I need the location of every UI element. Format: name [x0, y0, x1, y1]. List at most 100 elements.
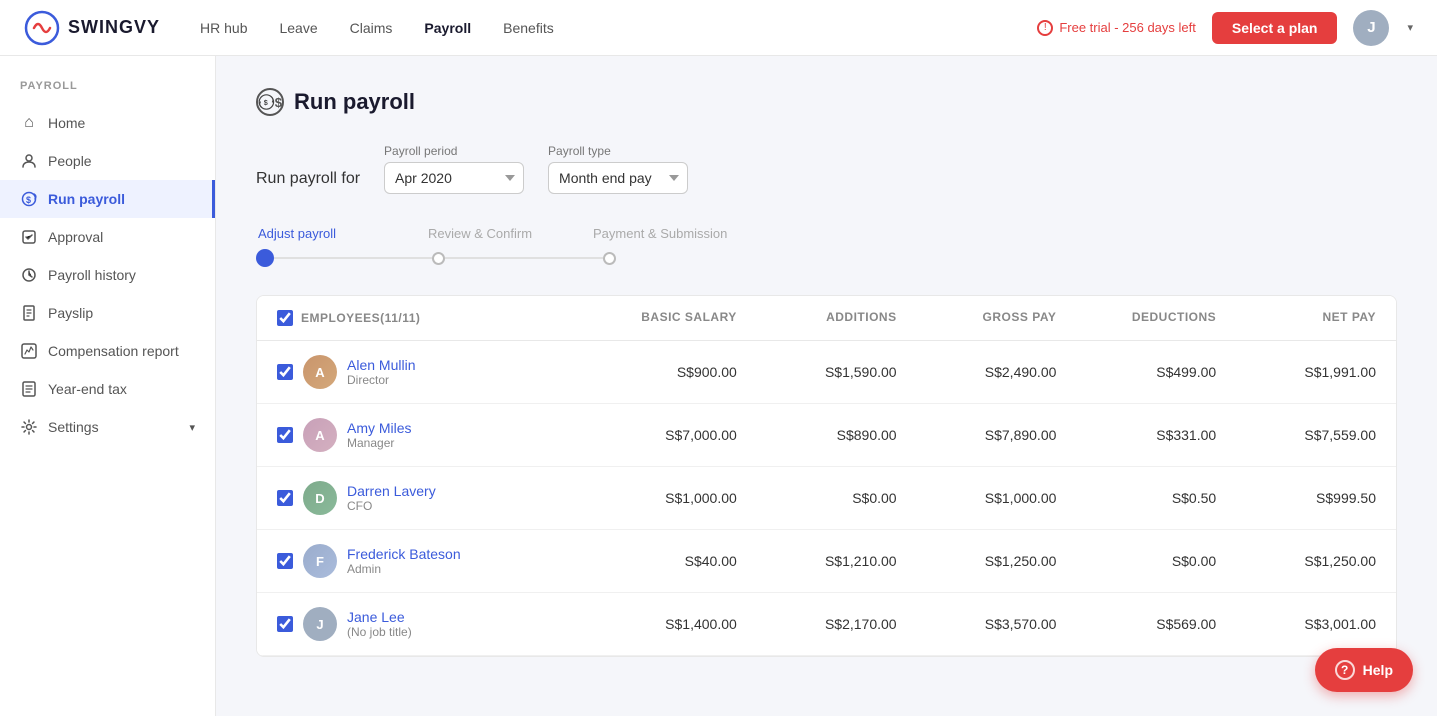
- payroll-for-row: Run payroll for Payroll period Apr 2020 …: [256, 144, 1397, 194]
- app-name: SWINGVY: [68, 17, 160, 38]
- payroll-period-group: Payroll period Apr 2020 Mar 2020 Feb 202…: [384, 144, 524, 194]
- darren-deductions: S$0.50: [1056, 490, 1216, 506]
- payslip-icon: [20, 304, 38, 322]
- help-button[interactable]: ? Help: [1315, 648, 1413, 692]
- avatar-frederick: F: [303, 544, 337, 578]
- nav-benefits[interactable]: Benefits: [503, 20, 554, 36]
- nav-payroll[interactable]: Payroll: [424, 20, 471, 36]
- sidebar-section-label: PAYROLL: [0, 80, 215, 104]
- nav-hr-hub[interactable]: HR hub: [200, 20, 247, 36]
- sidebar-item-label-payroll-history: Payroll history: [48, 267, 136, 283]
- sidebar-item-settings[interactable]: Settings ▾: [0, 408, 215, 446]
- step-dot-3: [603, 252, 616, 265]
- sidebar-item-compensation-report[interactable]: Compensation report: [0, 332, 215, 370]
- row-checkbox-frederick[interactable]: [277, 553, 293, 569]
- settings-caret-icon: ▾: [189, 421, 195, 434]
- amy-additions: S$890.00: [737, 427, 897, 443]
- employee-info-alen: Alen Mullin Director: [347, 357, 415, 387]
- user-avatar-button[interactable]: J: [1353, 10, 1389, 46]
- employee-cell-jane: J Jane Lee (No job title): [277, 607, 577, 641]
- employee-info-amy: Amy Miles Manager: [347, 420, 412, 450]
- employee-cell-darren: D Darren Lavery CFO: [277, 481, 577, 515]
- payroll-type-select[interactable]: Month end pay Mid-month pay: [548, 162, 688, 194]
- sidebar-item-run-payroll[interactable]: $ Run payroll: [0, 180, 215, 218]
- sidebar-item-payslip[interactable]: Payslip: [0, 294, 215, 332]
- top-navigation: SWINGVY HR hub Leave Claims Payroll Bene…: [0, 0, 1437, 56]
- select-plan-button[interactable]: Select a plan: [1212, 12, 1338, 44]
- nav-right: ! Free trial - 256 days left Select a pl…: [1037, 10, 1413, 46]
- trial-icon: !: [1037, 20, 1053, 36]
- table-row: A Amy Miles Manager S$7,000.00 S$890.00 …: [257, 404, 1396, 467]
- trial-badge: ! Free trial - 256 days left: [1037, 20, 1196, 36]
- trial-text: Free trial - 256 days left: [1059, 20, 1196, 35]
- sidebar-item-label-settings: Settings: [48, 419, 99, 435]
- settings-icon: [20, 418, 38, 436]
- frederick-basic-salary: S$40.00: [577, 553, 737, 569]
- logo[interactable]: SWINGVY: [24, 10, 160, 46]
- table-row: F Frederick Bateson Admin S$40.00 S$1,21…: [257, 530, 1396, 593]
- employee-title-jane: (No job title): [347, 625, 412, 639]
- step-label-review: Review & Confirm: [428, 226, 593, 241]
- table-row: J Jane Lee (No job title) S$1,400.00 S$2…: [257, 593, 1396, 656]
- sidebar-item-label-run-payroll: Run payroll: [48, 191, 125, 207]
- sidebar-item-home[interactable]: ⌂ Home: [0, 104, 215, 142]
- th-deductions: DEDUCTIONS: [1056, 310, 1216, 326]
- row-checkbox-darren[interactable]: [277, 490, 293, 506]
- employee-name-darren[interactable]: Darren Lavery: [347, 483, 436, 499]
- th-basic-salary: BASIC SALARY: [577, 310, 737, 326]
- employee-title-frederick: Admin: [347, 562, 461, 576]
- step-line-2: [445, 257, 603, 259]
- employee-name-jane[interactable]: Jane Lee: [347, 609, 412, 625]
- step-dot-1: [256, 249, 274, 267]
- sidebar-item-year-end-tax[interactable]: Year-end tax: [0, 370, 215, 408]
- employee-name-alen[interactable]: Alen Mullin: [347, 357, 415, 373]
- alen-additions: S$1,590.00: [737, 364, 897, 380]
- step-line-1: [274, 257, 432, 259]
- payroll-for-label: Run payroll for: [256, 170, 360, 194]
- employee-cell-alen: A Alen Mullin Director: [277, 355, 577, 389]
- employee-info-jane: Jane Lee (No job title): [347, 609, 412, 639]
- alen-gross-pay: S$2,490.00: [897, 364, 1057, 380]
- alen-deductions: S$499.00: [1056, 364, 1216, 380]
- row-checkbox-amy[interactable]: [277, 427, 293, 443]
- step-label-payment: Payment & Submission: [593, 226, 727, 241]
- sidebar-item-label-compensation-report: Compensation report: [48, 343, 179, 359]
- sidebar: PAYROLL ⌂ Home People $ Run payroll Appr…: [0, 56, 216, 716]
- jane-net-pay: S$3,001.00: [1216, 616, 1376, 632]
- th-gross-pay: GROSS PAY: [897, 310, 1057, 326]
- sidebar-item-people[interactable]: People: [0, 142, 215, 180]
- payroll-period-select[interactable]: Apr 2020 Mar 2020 Feb 2020: [384, 162, 524, 194]
- nav-leave[interactable]: Leave: [279, 20, 317, 36]
- approval-icon: [20, 228, 38, 246]
- help-label: Help: [1363, 662, 1393, 678]
- row-checkbox-alen[interactable]: [277, 364, 293, 380]
- row-checkbox-jane[interactable]: [277, 616, 293, 632]
- darren-basic-salary: S$1,000.00: [577, 490, 737, 506]
- jane-gross-pay: S$3,570.00: [897, 616, 1057, 632]
- frederick-additions: S$1,210.00: [737, 553, 897, 569]
- employee-title-darren: CFO: [347, 499, 436, 513]
- avatar-darren: D: [303, 481, 337, 515]
- amy-basic-salary: S$7,000.00: [577, 427, 737, 443]
- avatar-jane: J: [303, 607, 337, 641]
- page-title: Run payroll: [294, 89, 415, 115]
- compensation-report-icon: [20, 342, 38, 360]
- darren-net-pay: S$999.50: [1216, 490, 1376, 506]
- home-icon: ⌂: [20, 114, 38, 132]
- nav-links: HR hub Leave Claims Payroll Benefits: [200, 20, 1037, 36]
- payroll-period-label: Payroll period: [384, 144, 524, 158]
- svg-text:$: $: [264, 99, 268, 107]
- select-all-checkbox[interactable]: [277, 310, 293, 326]
- employees-table: EMPLOYEES(11/11) BASIC SALARY ADDITIONS …: [256, 295, 1397, 657]
- employee-name-amy[interactable]: Amy Miles: [347, 420, 412, 436]
- employee-info-darren: Darren Lavery CFO: [347, 483, 436, 513]
- employee-cell-frederick: F Frederick Bateson Admin: [277, 544, 577, 578]
- people-icon: [20, 152, 38, 170]
- avatar-dropdown-caret[interactable]: ▾: [1407, 21, 1413, 34]
- sidebar-item-label-home: Home: [48, 115, 85, 131]
- nav-claims[interactable]: Claims: [350, 20, 393, 36]
- sidebar-item-payroll-history[interactable]: Payroll history: [0, 256, 215, 294]
- payroll-type-label: Payroll type: [548, 144, 688, 158]
- employee-name-frederick[interactable]: Frederick Bateson: [347, 546, 461, 562]
- sidebar-item-approval[interactable]: Approval: [0, 218, 215, 256]
